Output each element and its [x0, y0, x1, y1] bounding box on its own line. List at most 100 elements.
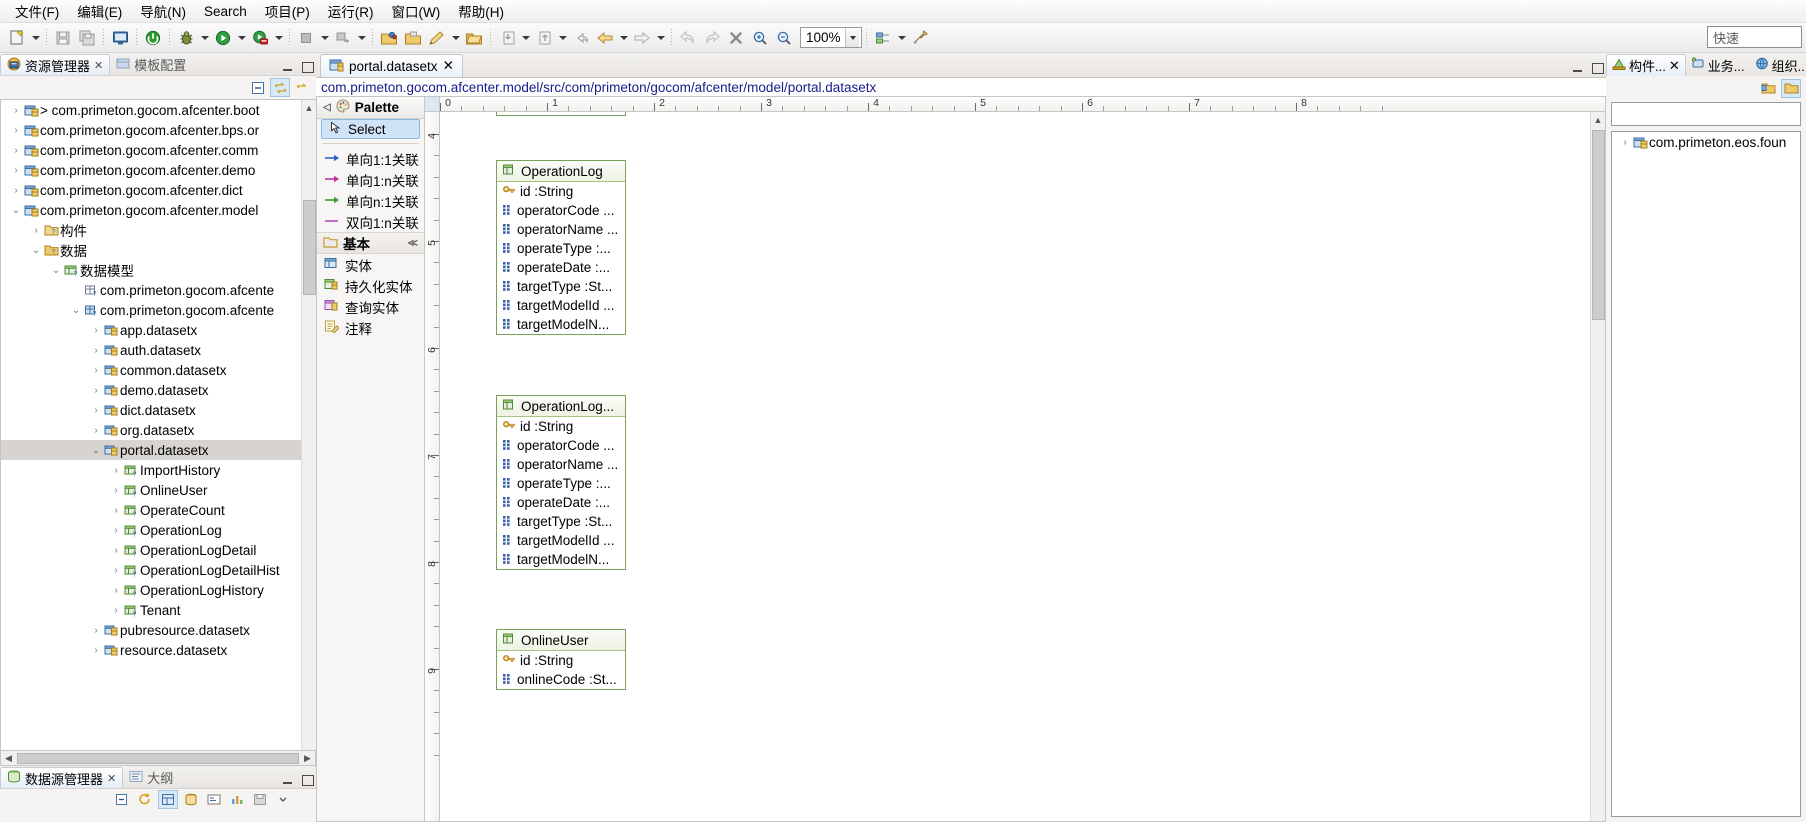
entity-field-1[interactable]: ...Data...	[497, 112, 625, 115]
tree-item-4[interactable]: ›com.primeton.gocom.afcenter.dict	[1, 180, 316, 200]
tree-item-5[interactable]: ⌄com.primeton.gocom.afcenter.model	[1, 200, 316, 220]
debug-dropdown-arrow[interactable]	[198, 27, 211, 49]
tree-expand-arrow[interactable]: ›	[9, 185, 23, 196]
back-icon[interactable]	[570, 27, 592, 49]
tree-expand-arrow[interactable]: ›	[109, 545, 123, 556]
menu-item-help[interactable]: 帮助(H)	[449, 0, 513, 23]
zoom-in-icon[interactable]	[749, 27, 771, 49]
scroll-up-arrow[interactable]: ▲	[302, 100, 316, 115]
run-icon[interactable]	[212, 27, 234, 49]
entity-field-4[interactable]: operateDate :...	[497, 258, 625, 277]
tab-datasource-explorer[interactable]: 数据源管理器 ✕	[0, 767, 123, 788]
import-dropdown-arrow[interactable]	[519, 27, 532, 49]
collapse-icon[interactable]	[112, 790, 132, 809]
tree-expand-arrow[interactable]: ›	[109, 525, 123, 536]
prev-dropdown-arrow[interactable]	[617, 27, 630, 49]
tree-expand-arrow[interactable]: ⌄	[49, 265, 63, 276]
delete-icon[interactable]	[725, 27, 747, 49]
scroll-left-arrow[interactable]: ◀	[1, 753, 16, 764]
add-component-icon[interactable]	[1758, 79, 1778, 98]
run-as-dropdown-arrow[interactable]	[272, 27, 285, 49]
entity-field-6[interactable]: targetModelId ...	[497, 531, 625, 550]
entity-header[interactable]: OnlineUser	[497, 630, 625, 651]
pen-icon[interactable]	[426, 27, 448, 49]
scroll-right-arrow[interactable]: ▶	[300, 753, 315, 764]
entity-field-7[interactable]: targetModelN...	[497, 315, 625, 334]
quick-access-field[interactable]: 快速	[1707, 26, 1802, 48]
terminate-dropdown-arrow[interactable]	[318, 27, 331, 49]
save-icon[interactable]	[52, 27, 74, 49]
tree-item-16[interactable]: ›org.datasetx	[1, 420, 316, 440]
tree-item-1[interactable]: ›com.primeton.gocom.afcenter.bps.or	[1, 120, 316, 140]
scroll-up-arrow[interactable]: ▲	[1591, 112, 1605, 127]
tree-expand-arrow[interactable]: ⌄	[69, 305, 83, 316]
menu-item-edit[interactable]: 编辑(E)	[68, 0, 131, 23]
menu-arrow-icon[interactable]	[273, 790, 293, 809]
tree-item-0[interactable]: ›> com.primeton.gocom.afcenter.boot	[1, 100, 316, 120]
explorer-vscrollbar[interactable]: ▲	[301, 100, 316, 750]
tree-expand-arrow[interactable]: ›	[89, 325, 103, 336]
scrollbar-thumb[interactable]	[1592, 130, 1605, 320]
entity-field-3[interactable]: operateType :...	[497, 474, 625, 493]
step-dropdown-arrow[interactable]	[355, 27, 368, 49]
terminate-icon[interactable]	[295, 27, 317, 49]
menu-item-search[interactable]: Search	[195, 2, 256, 21]
tree-expand-arrow[interactable]: ›	[109, 565, 123, 576]
tree-item-18[interactable]: ›?ImportHistory	[1, 460, 316, 480]
tree-item-11[interactable]: ›app.datasetx	[1, 320, 316, 340]
palette-item-3[interactable]: 注释	[317, 317, 424, 338]
tree-item-25[interactable]: ›?Tenant	[1, 600, 316, 620]
minimize-icon[interactable]	[282, 61, 294, 73]
tree-item-20[interactable]: ›?OperateCount	[1, 500, 316, 520]
open-resource-icon[interactable]	[402, 27, 424, 49]
tab-outline[interactable]: 大纲	[123, 767, 179, 788]
entity-field-5[interactable]: targetType :St...	[497, 277, 625, 296]
palette-group-basic[interactable]: 基本 ≪	[317, 232, 424, 254]
entity-field-1[interactable]: operatorCode ...	[497, 436, 625, 455]
tree-expand-arrow[interactable]: ›	[109, 605, 123, 616]
palette-connection-tool-2[interactable]: 单向n:1关联	[317, 190, 424, 211]
tree-expand-arrow[interactable]: ›	[9, 165, 23, 176]
palette-item-0[interactable]: 实体	[317, 254, 424, 275]
scrollbar-thumb[interactable]	[303, 200, 316, 295]
entity-box-2[interactable]: OperationLog...id :StringoperatorCode ..…	[496, 395, 626, 570]
tree-expand-arrow[interactable]: ›	[109, 485, 123, 496]
tree-item-8[interactable]: ⌄?数据模型	[1, 260, 316, 280]
tree-item-10[interactable]: ⌄?com.primeton.gocom.afcente	[1, 300, 316, 320]
entity-box-3[interactable]: OnlineUserid :StringonlineCode :St...	[496, 629, 626, 690]
palette-connection-tool-3[interactable]: 双向1:n关联	[317, 211, 424, 232]
diagram-canvas[interactable]: oldDataJson :S......Data...OperationLogi…	[440, 112, 1590, 821]
palette-tool-select[interactable]: Select	[321, 119, 420, 139]
debug-icon[interactable]	[175, 27, 197, 49]
console-icon[interactable]	[109, 27, 131, 49]
tree-expand-arrow[interactable]: ›	[109, 465, 123, 476]
entity-box-0[interactable]: oldDataJson :S......Data...	[496, 112, 626, 116]
component-tree-item-0[interactable]: ›com.primeton.eos.foun	[1612, 132, 1800, 152]
menu-item-window[interactable]: 窗口(W)	[383, 0, 450, 23]
tree-item-13[interactable]: ›common.datasetx	[1, 360, 316, 380]
zoom-out-icon[interactable]	[773, 27, 795, 49]
palette-connection-tool-1[interactable]: 单向1:n关联	[317, 169, 424, 190]
tab-resource-explorer[interactable]: 资源管理器 ✕	[0, 54, 110, 75]
next-dropdown-arrow[interactable]	[654, 27, 667, 49]
tree-expand-arrow[interactable]: ›	[89, 625, 103, 636]
menu-item-file[interactable]: 文件(F)	[6, 0, 68, 23]
run-dropdown-arrow[interactable]	[235, 27, 248, 49]
diagram-canvas-area[interactable]: 012345678 456789 oldDataJson :S......Dat…	[425, 97, 1605, 821]
table-icon[interactable]	[158, 790, 178, 809]
palette-collapse-icon[interactable]: ◁	[323, 102, 331, 113]
tree-item-27[interactable]: ›resource.datasetx	[1, 640, 316, 660]
entity-field-4[interactable]: operateDate :...	[497, 493, 625, 512]
close-icon[interactable]: ✕	[107, 772, 116, 785]
tree-item-19[interactable]: ›?OnlineUser	[1, 480, 316, 500]
tree-expand-arrow[interactable]: ›	[89, 645, 103, 656]
component-tree[interactable]: ›com.primeton.eos.foun	[1611, 131, 1801, 817]
tree-item-22[interactable]: ›?OperationLogDetail	[1, 540, 316, 560]
collapse-all-icon[interactable]	[248, 78, 268, 97]
tree-expand-arrow[interactable]: ›	[109, 585, 123, 596]
entity-header[interactable]: OperationLog...	[497, 396, 625, 417]
entity-field-2[interactable]: operatorName ...	[497, 455, 625, 474]
tree-item-3[interactable]: ›com.primeton.gocom.afcenter.demo	[1, 160, 316, 180]
tree-item-14[interactable]: ›demo.datasetx	[1, 380, 316, 400]
palette-connection-tool-0[interactable]: 单向1:1关联	[317, 148, 424, 169]
